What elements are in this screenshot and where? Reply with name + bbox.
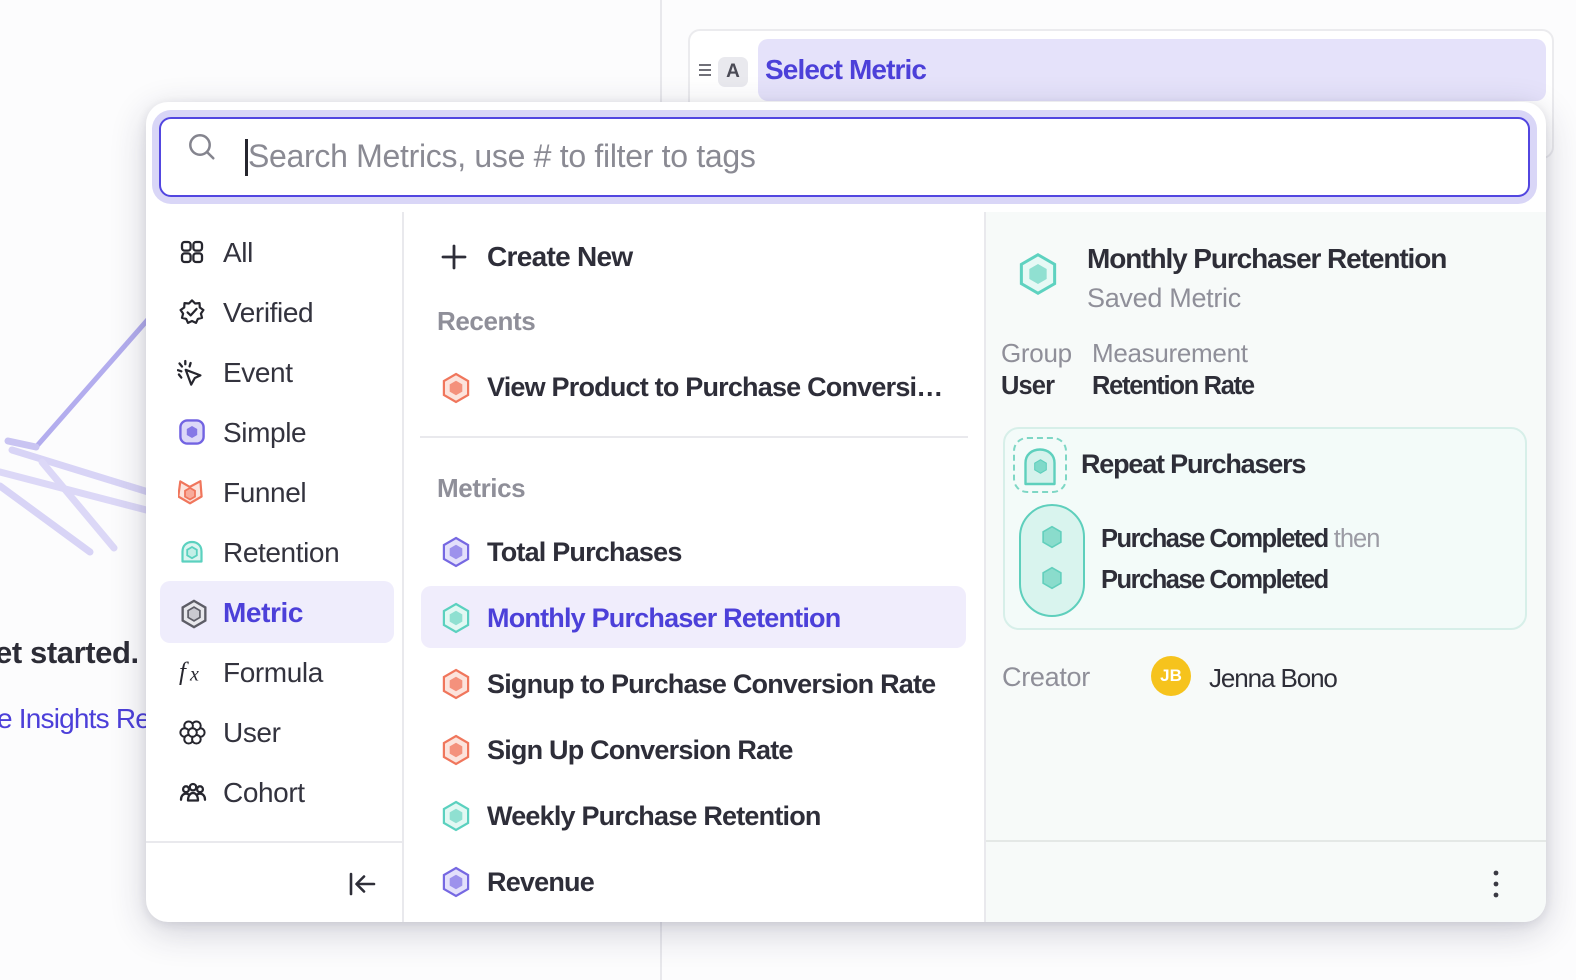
svg-text:f: f — [179, 659, 189, 685]
svg-text:x: x — [189, 664, 199, 686]
